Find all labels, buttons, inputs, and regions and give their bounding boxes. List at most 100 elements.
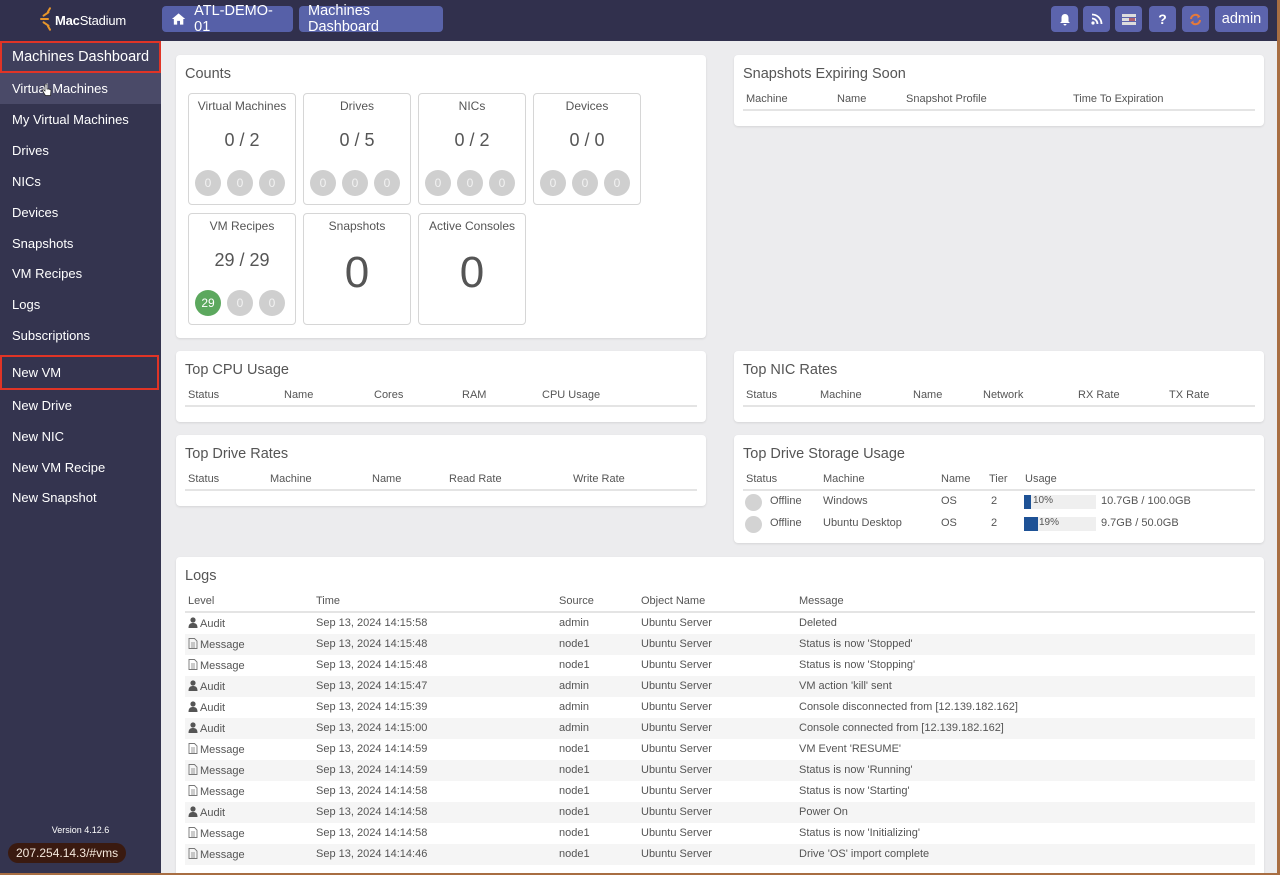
column-header[interactable]: Level [188, 595, 214, 607]
feed-button[interactable] [1083, 6, 1110, 32]
log-object-name[interactable]: Ubuntu Server [641, 764, 712, 776]
count-card-drives[interactable]: Drives 0 / 5 000 [303, 93, 411, 205]
log-row[interactable]: Message Sep 13, 2024 14:14:46 node1 Ubuntu … [185, 844, 1255, 865]
breadcrumb-home[interactable]: ATL-DEMO-01 [162, 3, 293, 35]
column-header[interactable]: Cores [374, 389, 403, 401]
column-header[interactable]: Source [559, 595, 594, 607]
log-object-name[interactable]: Ubuntu Server [641, 638, 712, 650]
storage-machine[interactable]: Windows [823, 495, 868, 507]
log-row[interactable]: Message Sep 13, 2024 14:14:58 node1 Ubuntu … [185, 781, 1255, 802]
sidebar-item-my-virtual-machines[interactable]: My Virtual Machines [0, 104, 161, 135]
column-header[interactable]: Machine [746, 93, 788, 105]
sidebar-item-label: Snapshots [12, 236, 74, 251]
sidebar-item-new-vm-recipe[interactable]: New VM Recipe [0, 452, 161, 483]
count-card-virtual-machines[interactable]: Virtual Machines 0 / 2 000 [188, 93, 296, 205]
column-header[interactable]: Write Rate [573, 473, 625, 485]
storage-machine[interactable]: Ubuntu Desktop [823, 517, 902, 529]
column-header[interactable]: Tier [989, 473, 1008, 485]
log-row[interactable]: Audit Sep 13, 2024 14:15:39 admin Ubuntu Se… [185, 697, 1255, 718]
column-header[interactable]: Name [913, 389, 942, 401]
log-level-label: Message [200, 639, 245, 651]
log-object-name[interactable]: Ubuntu Server [641, 785, 712, 797]
column-header[interactable]: Usage [1025, 473, 1057, 485]
log-object-name[interactable]: Ubuntu Server [641, 848, 712, 860]
column-header[interactable]: TX Rate [1169, 389, 1209, 401]
column-header[interactable]: Status [188, 473, 219, 485]
top-drive-rates-panel: Top Drive Rates Status Machine Name Read… [176, 435, 706, 506]
log-row[interactable]: Message Sep 13, 2024 14:14:58 node1 Ubuntu … [185, 823, 1255, 844]
log-object-name[interactable]: Ubuntu Server [641, 806, 712, 818]
log-row[interactable]: Message Sep 13, 2024 14:14:59 node1 Ubuntu … [185, 739, 1255, 760]
column-header[interactable]: Name [941, 473, 970, 485]
log-object-name[interactable]: Ubuntu Server [641, 659, 712, 671]
log-row[interactable]: Message Sep 13, 2024 14:14:59 node1 Ubuntu … [185, 760, 1255, 781]
refresh-button[interactable] [1182, 6, 1209, 32]
column-header[interactable]: Name [372, 473, 401, 485]
log-time: Sep 13, 2024 14:15:48 [316, 638, 428, 650]
column-header[interactable]: Read Rate [449, 473, 502, 485]
sidebar-item-logs[interactable]: Logs [0, 289, 161, 320]
sidebar-item-nics[interactable]: NICs [0, 166, 161, 197]
storage-status: Offline [770, 517, 802, 529]
count-label: NICs [458, 99, 486, 113]
breadcrumb-dashboard[interactable]: Machines Dashboard [299, 3, 443, 35]
log-object-name[interactable]: Ubuntu Server [641, 743, 712, 755]
storage-drive-name: OS [941, 495, 957, 507]
notifications-button[interactable] [1051, 6, 1078, 32]
log-source: admin [559, 617, 589, 629]
column-header[interactable]: Name [837, 93, 866, 105]
sidebar-item-machines-dashboard[interactable]: Machines Dashboard [0, 41, 161, 73]
log-row[interactable]: Audit Sep 13, 2024 14:15:58 admin Ubuntu Se… [185, 613, 1255, 634]
column-header[interactable]: RX Rate [1078, 389, 1120, 401]
column-header[interactable]: Status [746, 473, 777, 485]
help-button[interactable]: ? [1149, 6, 1176, 32]
sidebar-item-new-nic[interactable]: New NIC [0, 421, 161, 452]
count-card-vm-recipes[interactable]: VM Recipes 29 / 29 29 0 0 [188, 213, 296, 325]
sidebar-item-subscriptions[interactable]: Subscriptions [0, 320, 161, 351]
log-source: node1 [559, 743, 590, 755]
sidebar-item-drives[interactable]: Drives [0, 135, 161, 166]
sidebar-item-devices[interactable]: Devices [0, 197, 161, 228]
sidebar-item-new-snapshot[interactable]: New Snapshot [0, 482, 161, 513]
log-object-name[interactable]: Ubuntu Server [641, 722, 712, 734]
log-row[interactable]: Audit Sep 13, 2024 14:15:47 admin Ubuntu Se… [185, 676, 1255, 697]
storage-row[interactable]: Offline Ubuntu Desktop OS 2 19% 9.7GB / … [743, 513, 1255, 535]
log-object-name[interactable]: Ubuntu Server [641, 701, 712, 713]
log-object-name[interactable]: Ubuntu Server [641, 827, 712, 839]
count-card-active-consoles[interactable]: Active Consoles 0 [418, 213, 526, 325]
log-level: Message [188, 848, 245, 861]
log-row[interactable]: Audit Sep 13, 2024 14:15:00 admin Ubuntu Se… [185, 718, 1255, 739]
column-header[interactable]: Name [284, 389, 313, 401]
storage-row[interactable]: Offline Windows OS 2 10% 10.7GB / 100.0G… [743, 491, 1255, 513]
sidebar-item-new-drive[interactable]: New Drive [0, 390, 161, 421]
count-card-snapshots[interactable]: Snapshots 0 [303, 213, 411, 325]
log-row[interactable]: Audit Sep 13, 2024 14:14:58 node1 Ubuntu Se… [185, 802, 1255, 823]
column-header[interactable]: Network [983, 389, 1023, 401]
log-object-name[interactable]: Ubuntu Server [641, 680, 712, 692]
macstadium-logo[interactable]: MacStadium [40, 5, 130, 35]
user-menu-button[interactable]: admin [1215, 6, 1268, 32]
list-button[interactable] [1115, 6, 1142, 32]
column-header[interactable]: Message [799, 595, 844, 607]
count-card-nics[interactable]: NICs 0 / 2 000 [418, 93, 526, 205]
sidebar-item-virtual-machines[interactable]: Virtual Machines [0, 73, 161, 104]
counts-panel: Counts Virtual Machines 0 / 2 000 Drives… [176, 55, 706, 338]
column-header[interactable]: Machine [270, 473, 312, 485]
column-header[interactable]: Status [188, 389, 219, 401]
column-header[interactable]: Machine [820, 389, 862, 401]
column-header[interactable]: Machine [823, 473, 865, 485]
column-header[interactable]: RAM [462, 389, 486, 401]
sidebar-item-new-vm[interactable]: New VM [0, 355, 159, 390]
column-header[interactable]: Time [316, 595, 340, 607]
sidebar-item-snapshots[interactable]: Snapshots [0, 228, 161, 259]
log-object-name[interactable]: Ubuntu Server [641, 617, 712, 629]
log-row[interactable]: Message Sep 13, 2024 14:15:48 node1 Ubuntu … [185, 634, 1255, 655]
column-header[interactable]: CPU Usage [542, 389, 600, 401]
log-row[interactable]: Message Sep 13, 2024 14:15:48 node1 Ubuntu … [185, 655, 1255, 676]
column-header[interactable]: Object Name [641, 595, 705, 607]
sidebar-item-vm-recipes[interactable]: VM Recipes [0, 258, 161, 289]
column-header[interactable]: Snapshot Profile [906, 93, 987, 105]
column-header[interactable]: Time To Expiration [1073, 93, 1163, 105]
count-card-devices[interactable]: Devices 0 / 0 000 [533, 93, 641, 205]
column-header[interactable]: Status [746, 389, 777, 401]
